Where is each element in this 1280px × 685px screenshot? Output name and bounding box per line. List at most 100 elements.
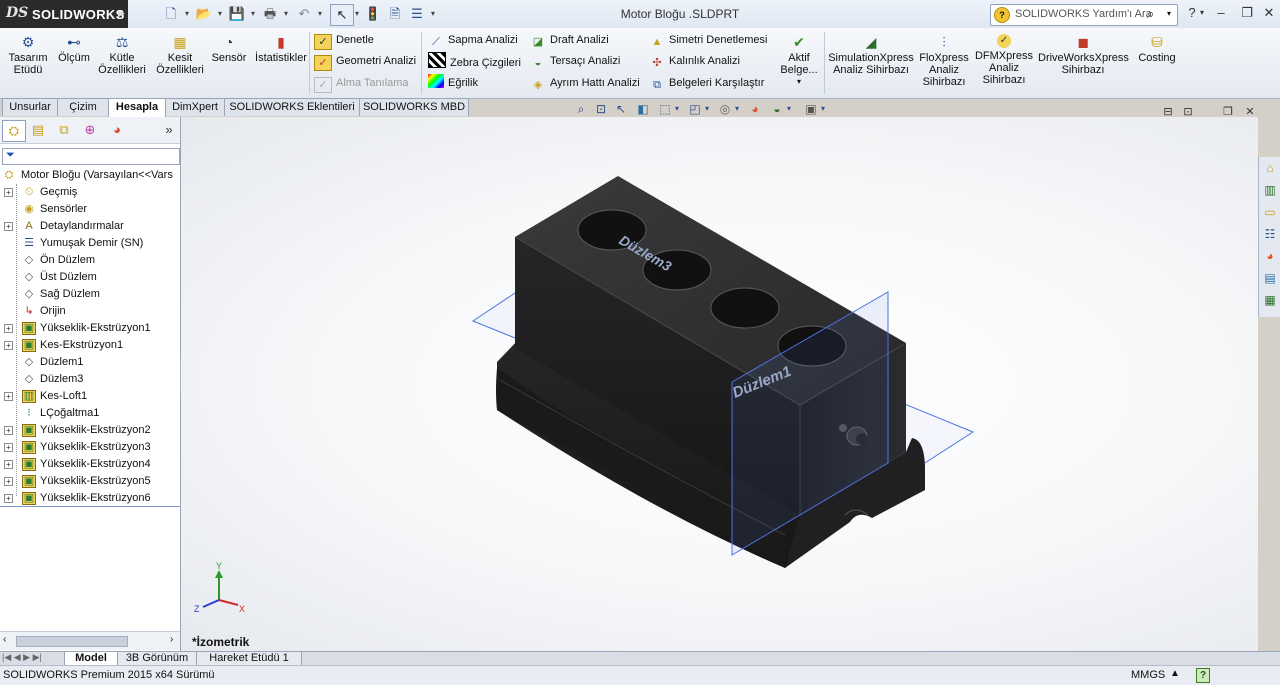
tree-filter-field[interactable]: ⏷ (2, 148, 180, 165)
hide-show-items-icon[interactable]: ◎ (715, 100, 735, 118)
apply-scene-dropdown-icon[interactable]: ▾ (785, 100, 793, 118)
scroll-thumb[interactable] (16, 636, 128, 647)
undo-dropdown-icon[interactable]: ▾ (315, 4, 325, 24)
expand-toggle-icon[interactable]: + (4, 443, 13, 452)
expand-toggle-icon[interactable]: + (4, 222, 13, 231)
view-palette-icon[interactable]: ☷ (1261, 225, 1279, 243)
tree-item[interactable]: + ⏲ Geçmiş (0, 184, 180, 201)
graphics-area[interactable]: ⌕ ⊡ ↖ ◧ ⬚ ▾ ◰ ▾ ◎ ▾ ◕ ◒ ▾ ▣ ▾ ⊟ ⊡ ❐ ✕ Dü… (181, 102, 1258, 651)
scroll-left-icon[interactable]: ‹ (3, 634, 6, 645)
appearances-icon[interactable]: ◕ (1261, 247, 1279, 265)
tab-motion-study[interactable]: Hareket Etüdü 1 (196, 652, 302, 666)
rebuild-traffic-light-icon[interactable]: 🚦 (362, 4, 384, 24)
expand-toggle-icon[interactable]: + (4, 392, 13, 401)
symmetry-check-button[interactable]: ▲ Simetri Denetlemesi (649, 31, 768, 49)
search-icon[interactable]: ⌕ (1147, 6, 1154, 22)
tree-item[interactable]: + ▣ Yükseklik-Ekstrüzyon2 (0, 422, 180, 439)
tree-item[interactable]: ◇ Düzlem1 (0, 354, 180, 371)
hide-show-dropdown-icon[interactable]: ▾ (733, 100, 741, 118)
custom-properties-icon[interactable]: ▤ (1261, 269, 1279, 287)
solidworks-menu-button[interactable]: DS SOLIDWORKS ▶ (0, 0, 128, 28)
view-settings-icon[interactable]: ▣ (801, 100, 821, 118)
options-dropdown-icon[interactable]: ▾ (428, 4, 438, 24)
tab-features[interactable]: Unsurlar (2, 98, 58, 116)
tab-evaluate[interactable]: Hesapla (108, 98, 166, 117)
tree-item[interactable]: + ▣ Yükseklik-Ekstrüzyon3 (0, 439, 180, 456)
expand-toggle-icon[interactable]: + (4, 477, 13, 486)
undo-icon[interactable]: ↶ (293, 4, 315, 24)
file-properties-icon[interactable]: 🗎 (384, 4, 406, 24)
dfmxpress-button[interactable]: ✓ DFMXpress Analiz Sihirbazı (974, 30, 1034, 86)
unit-system[interactable]: MMGS (1131, 669, 1165, 681)
tree-item[interactable]: + ▣ Kes-Ekstrüzyon1 (0, 337, 180, 354)
tree-item[interactable]: + ▥ Kes-Loft1 (0, 388, 180, 405)
configuration-manager-icon[interactable]: ⧉ (53, 120, 75, 140)
tree-item[interactable]: ◇ Ön Düzlem (0, 252, 180, 269)
view-orientation-dropdown-icon[interactable]: ▾ (673, 100, 681, 118)
floxpress-button[interactable]: ⫶ FloXpress Analiz Sihirbazı (918, 30, 970, 88)
tree-item[interactable]: ◉ Sensörler (0, 201, 180, 218)
open-dropdown-icon[interactable]: ▾ (215, 4, 225, 24)
import-diagnostics-button[interactable]: ✓ Alma Tanılama (314, 74, 409, 93)
design-library-icon[interactable]: ▥ (1261, 181, 1279, 199)
edit-appearance-icon[interactable]: ◕ (745, 100, 765, 118)
select-dropdown-icon[interactable]: ▾ (352, 4, 362, 24)
search-input[interactable]: SOLIDWORKS Yardım'ı Ara (1015, 8, 1152, 20)
select-cursor-icon[interactable]: ↖ (330, 4, 354, 26)
print-icon[interactable]: 🖶 (259, 4, 281, 24)
display-manager-icon[interactable]: ◕ (106, 120, 128, 140)
save-dropdown-icon[interactable]: ▾ (248, 4, 258, 24)
tree-item[interactable]: ☰ Yumuşak Demir (SN) (0, 235, 180, 252)
view-orientation-icon[interactable]: ⬚ (655, 100, 675, 118)
driveworksxpress-button[interactable]: ◼ DriveWorksXpress Sihirbazı (1038, 30, 1129, 76)
expand-toggle-icon[interactable]: + (4, 324, 13, 333)
feature-manager-tree-icon[interactable]: ⛭ (2, 120, 26, 142)
solidworks-resources-icon[interactable]: ⌂ (1261, 159, 1279, 177)
display-style-dropdown-icon[interactable]: ▾ (703, 100, 711, 118)
tab-model[interactable]: Model (64, 652, 118, 666)
property-manager-icon[interactable]: ▤ (27, 120, 49, 140)
help-dropdown-icon[interactable]: ▾ (1197, 4, 1207, 22)
search-dropdown-icon[interactable]: ▾ (1167, 9, 1171, 18)
sensor-button[interactable]: ◔ Sensör (210, 30, 248, 64)
apply-scene-icon[interactable]: ◒ (767, 100, 787, 118)
zoom-to-area-icon[interactable]: ⊡ (591, 100, 611, 118)
check-button[interactable]: ✓ Denetle (314, 31, 374, 50)
active-document-button[interactable]: ✔ Aktif Belge... ▾ (776, 30, 822, 88)
new-document-icon[interactable]: 🗋 (160, 4, 182, 24)
tree-item[interactable]: ◇ Üst Düzlem (0, 269, 180, 286)
new-dropdown-icon[interactable]: ▾ (182, 4, 192, 24)
tree-item[interactable]: + ▣ Yükseklik-Ekstrüzyon6 (0, 490, 180, 507)
tab-sketch[interactable]: Çizim (57, 98, 109, 116)
deviation-analysis-button[interactable]: ⟋ Sapma Analizi (428, 31, 518, 49)
file-explorer-icon[interactable]: ▭ (1261, 203, 1279, 221)
design-study-button[interactable]: ⚙ Tasarım Etüdü (4, 30, 52, 76)
measure-button[interactable]: ⊷ Ölçüm (56, 30, 92, 64)
forum-icon[interactable]: ▦ (1261, 291, 1279, 309)
view-settings-dropdown-icon[interactable]: ▾ (819, 100, 827, 118)
tree-item[interactable]: ↳ Orijin (0, 303, 180, 320)
tree-item[interactable]: ◇ Düzlem3 (0, 371, 180, 388)
close-icon[interactable]: ✕ (1258, 4, 1280, 22)
open-folder-icon[interactable]: 📂 (193, 4, 215, 24)
display-style-icon[interactable]: ◰ (685, 100, 705, 118)
curvature-button[interactable]: Eğrilik (428, 74, 478, 92)
statistics-button[interactable]: ▮ İstatistikler (252, 30, 310, 64)
zoom-to-fit-icon[interactable]: ⌕ (571, 100, 591, 118)
simulationxpress-button[interactable]: ◢ SimulationXpress Analiz Sihirbazı (828, 30, 914, 76)
expand-toggle-icon[interactable]: + (4, 426, 13, 435)
tree-root[interactable]: ⛭ Motor Bloğu (Varsayılan<<Vars (0, 167, 180, 184)
help-search-box[interactable]: ? SOLIDWORKS Yardım'ı Ara ⌕ ▾ (990, 4, 1178, 26)
geometry-analysis-button[interactable]: ✓ Geometri Analizi (314, 52, 416, 71)
tab-3d-views[interactable]: 3B Görünüm (117, 652, 197, 666)
costing-button[interactable]: ⛁ Costing (1132, 30, 1182, 64)
restore-icon[interactable]: ❐ (1236, 4, 1258, 22)
tree-item[interactable]: + ▣ Yükseklik-Ekstrüzyon4 (0, 456, 180, 473)
print-dropdown-icon[interactable]: ▾ (281, 4, 291, 24)
tab-solidworks-addins[interactable]: SOLIDWORKS Eklentileri (224, 98, 360, 116)
tab-solidworks-mbd[interactable]: SOLIDWORKS MBD (359, 98, 469, 116)
options-icon[interactable]: ☰ (406, 4, 428, 24)
section-properties-button[interactable]: ▦ Kesit Özellikleri (152, 30, 208, 76)
save-icon[interactable]: 💾 (226, 4, 248, 24)
section-view-icon[interactable]: ◧ (633, 100, 653, 118)
